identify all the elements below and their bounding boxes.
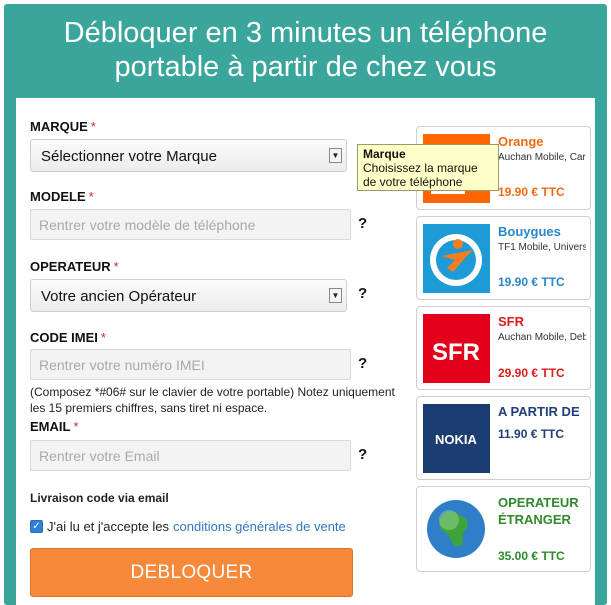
operator-sub: Auchan Mobile, Carrefour Mobile, ...2, M… [498, 152, 586, 163]
operator-name: A PARTIR DE [498, 404, 580, 419]
svg-text:NOKIA: NOKIA [435, 432, 478, 447]
globe-icon [423, 494, 490, 563]
operator-price: 11.90 € TTC [498, 427, 565, 441]
chevron-down-icon: ▼ [329, 288, 342, 303]
imei-help-text: (Composez *#06# sur le clavier de votre … [30, 385, 395, 415]
required-mark: * [73, 419, 79, 434]
email-help-icon[interactable]: ? [358, 446, 367, 463]
app-frame: Débloquer en 3 minutes un téléphone port… [4, 4, 607, 605]
operateur-help-icon[interactable]: ? [358, 285, 367, 302]
tooltip-title: Marque [363, 147, 406, 161]
operator-name: Orange [498, 134, 544, 149]
terms-row: ✓ J'ai lu et j'accepte les conditions gé… [30, 519, 346, 534]
operateur-select[interactable]: Votre ancien Opérateur ▼ [30, 279, 347, 312]
required-mark: * [90, 119, 96, 134]
operator-card-etranger[interactable]: OPERATEUR ÉTRANGER 35.00 € TTC [416, 486, 591, 572]
imei-label: CODE IMEI * [30, 330, 106, 345]
operator-name: Bouygues [498, 224, 561, 239]
operator-card-sfr[interactable]: SFR SFR Auchan Mobile, Debitel,NRJ Mobil… [416, 306, 591, 390]
operator-price: 19.90 € TTC [498, 185, 565, 199]
sfr-logo-icon: SFR [423, 314, 490, 383]
svg-text:SFR: SFR [432, 339, 480, 366]
operator-sub: TF1 Mobile, Universal Mobile ... [498, 242, 586, 253]
delivery-text: Livraison code via email [30, 491, 169, 505]
marque-label: MARQUE * [30, 119, 96, 134]
operator-name: SFR [498, 314, 524, 329]
operator-card-bouygues[interactable]: Bouygues TF1 Mobile, Universal Mobile ..… [416, 216, 591, 300]
page-title-line-1: Débloquer en 3 minutes un téléphone [63, 17, 548, 49]
operateur-label: OPERATEUR * [30, 259, 119, 274]
operator-price: 19.90 € TTC [498, 275, 565, 289]
bouygues-logo-icon [423, 224, 490, 293]
operator-price: 29.90 € TTC [498, 366, 565, 380]
operator-sub: Auchan Mobile, Debitel,NRJ Mobile,Vodafo… [498, 332, 586, 343]
modele-input[interactable]: Rentrer votre modèle de téléphone [30, 209, 351, 240]
email-input[interactable]: Rentrer votre Email [30, 440, 351, 471]
imei-help-icon[interactable]: ? [358, 355, 367, 372]
marque-select[interactable]: Sélectionner votre Marque ▼ [30, 139, 347, 172]
email-label: EMAIL * [30, 419, 79, 434]
marque-tooltip: Marque Choisissez la marque de votre tél… [357, 144, 499, 191]
debloquer-button[interactable]: DEBLOQUER [30, 548, 353, 597]
required-mark: * [88, 189, 94, 204]
terms-link[interactable]: conditions générales de vente [173, 519, 346, 534]
modele-help-icon[interactable]: ? [358, 215, 367, 232]
terms-checkbox[interactable]: ✓ [30, 520, 43, 533]
page-title-line-2: portable à partir de chez vous [114, 51, 497, 83]
operator-price: 35.00 € TTC [498, 549, 565, 563]
modele-label: MODELE * [30, 189, 94, 204]
required-mark: * [113, 259, 119, 274]
page-title: Débloquer en 3 minutes un téléphone port… [4, 16, 607, 84]
chevron-down-icon: ▼ [329, 148, 342, 163]
required-mark: * [100, 330, 106, 345]
terms-text: J'ai lu et j'accepte les [47, 519, 170, 534]
unlock-panel: MARQUE * Sélectionner votre Marque ▼ MODE… [16, 98, 595, 605]
tooltip-text: Choisissez la marque de votre téléphone [363, 161, 478, 189]
nokia-logo-icon: NOKIA [423, 404, 490, 473]
operator-name: OPERATEUR ÉTRANGER [498, 495, 579, 527]
operator-card-nokia[interactable]: NOKIA A PARTIR DE 11.90 € TTC [416, 396, 591, 480]
imei-input[interactable]: Rentrer votre numéro IMEI [30, 349, 351, 380]
